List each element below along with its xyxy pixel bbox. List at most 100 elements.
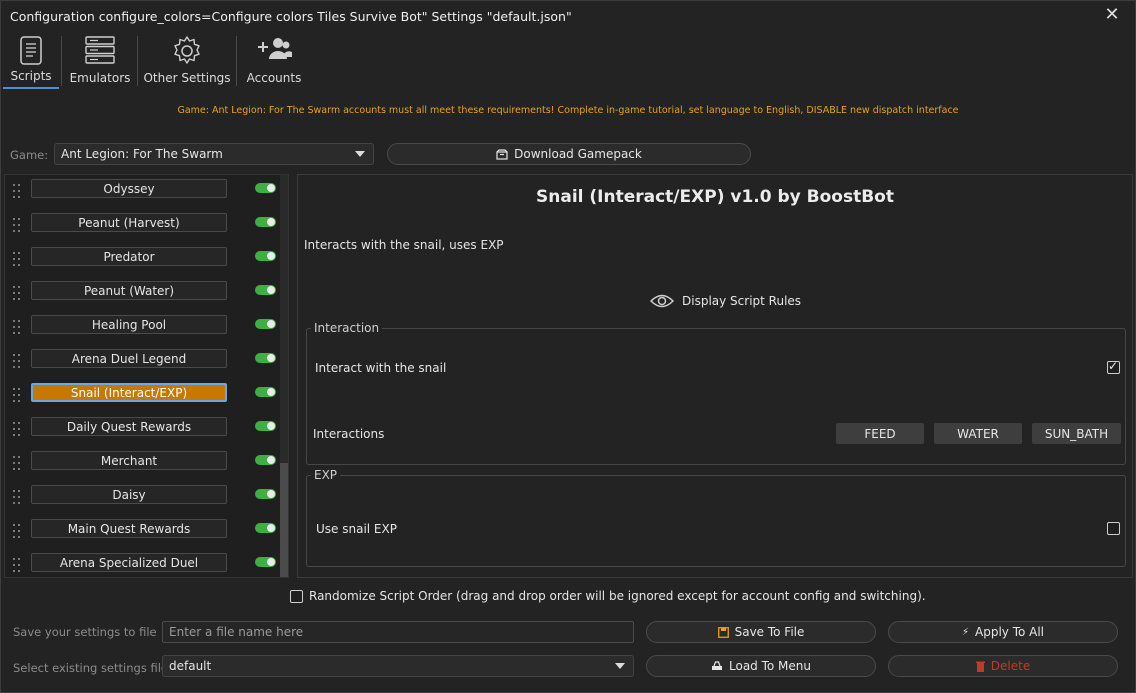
drag-handle-icon[interactable] — [13, 388, 21, 404]
script-row[interactable]: Merchant — [5, 447, 279, 481]
script-enabled-toggle[interactable] — [255, 285, 276, 295]
tab-divider — [137, 36, 138, 86]
feed-button[interactable]: FEED — [836, 423, 924, 444]
use-snail-exp-checkbox[interactable] — [1107, 522, 1120, 535]
lightning-icon: ⚡ — [961, 626, 969, 638]
randomize-order-option[interactable]: Randomize Script Order (drag and drop or… — [290, 589, 926, 603]
script-row[interactable]: Odyssey — [5, 175, 279, 209]
script-button[interactable]: Odyssey — [31, 179, 227, 198]
script-enabled-toggle[interactable] — [255, 455, 276, 465]
interaction-group-title: Interaction — [311, 321, 383, 335]
chevron-down-icon — [355, 151, 365, 157]
interactions-label: Interactions — [313, 427, 385, 441]
close-icon[interactable]: ✕ — [1103, 6, 1121, 24]
script-row[interactable]: Daisy — [5, 481, 279, 515]
select-settings-label: Select existing settings file — [13, 661, 168, 675]
scrollbar-thumb[interactable] — [280, 463, 288, 577]
tab-emulators[interactable]: Emulators — [67, 31, 133, 89]
chevron-down-icon — [615, 663, 625, 669]
script-enabled-toggle[interactable] — [255, 523, 276, 533]
interaction-group: Interaction Interact with the snail Inte… — [306, 321, 1126, 465]
script-row[interactable]: Healing Pool — [5, 311, 279, 345]
interact-snail-checkbox[interactable] — [1107, 359, 1120, 374]
drag-handle-icon[interactable] — [13, 558, 21, 574]
drag-handle-icon[interactable] — [13, 456, 21, 472]
game-select-value: Ant Legion: For The Swarm — [61, 147, 223, 161]
tab-label: Scripts — [10, 69, 52, 83]
load-to-menu-button[interactable]: Load To Menu — [646, 655, 876, 677]
script-button[interactable]: Healing Pool — [31, 315, 227, 334]
script-enabled-toggle[interactable] — [255, 251, 276, 261]
script-row[interactable]: Main Quest Rewards — [5, 515, 279, 549]
download-gamepack-button[interactable]: Download Gamepack — [387, 143, 751, 165]
settings-file-value: default — [169, 659, 212, 673]
tab-label: Emulators — [69, 71, 131, 85]
script-button[interactable]: Peanut (Harvest) — [31, 213, 227, 232]
add-users-icon — [258, 38, 292, 59]
script-row[interactable]: Peanut (Harvest) — [5, 209, 279, 243]
script-enabled-toggle[interactable] — [255, 489, 276, 499]
script-button[interactable]: Daisy — [31, 485, 227, 504]
drag-handle-icon[interactable] — [13, 218, 21, 234]
script-detail-panel: Snail (Interact/EXP) v1.0 by BoostBot In… — [297, 174, 1133, 578]
tab-other-settings[interactable]: Other Settings — [143, 31, 231, 89]
script-button[interactable]: Arena Specialized Duel — [31, 553, 227, 572]
script-enabled-toggle[interactable] — [255, 353, 276, 363]
display-script-rules-button[interactable]: Display Script Rules — [650, 294, 801, 308]
exp-group: EXP Use snail EXP — [306, 468, 1126, 567]
script-button[interactable]: Arena Duel Legend — [31, 349, 227, 368]
randomize-order-checkbox[interactable] — [290, 589, 303, 603]
scroll-icon — [20, 36, 42, 65]
drag-handle-icon[interactable] — [13, 286, 21, 302]
script-row[interactable]: Daily Quest Rewards — [5, 413, 279, 447]
script-row[interactable]: Peanut (Water) — [5, 277, 279, 311]
script-row[interactable]: Predator — [5, 243, 279, 277]
box-icon — [496, 148, 508, 160]
script-button[interactable]: Peanut (Water) — [31, 281, 227, 300]
save-to-file-button[interactable]: Save To File — [646, 621, 876, 643]
script-enabled-toggle[interactable] — [255, 387, 276, 397]
game-select[interactable]: Ant Legion: For The Swarm — [54, 143, 374, 165]
script-enabled-toggle[interactable] — [255, 183, 276, 193]
script-enabled-toggle[interactable] — [255, 319, 276, 329]
use-snail-exp-label: Use snail EXP — [316, 522, 397, 536]
drag-handle-icon[interactable] — [13, 354, 21, 370]
script-button[interactable]: Snail (Interact/EXP) — [31, 383, 227, 402]
apply-to-all-button[interactable]: ⚡ Apply To All — [888, 621, 1118, 643]
script-button[interactable]: Predator — [31, 247, 227, 266]
drag-handle-icon[interactable] — [13, 422, 21, 438]
delete-button[interactable]: Delete — [888, 655, 1118, 677]
script-row[interactable]: Arena Duel Legend — [5, 345, 279, 379]
drag-handle-icon[interactable] — [13, 320, 21, 336]
tab-scripts[interactable]: Scripts — [3, 31, 59, 89]
load-to-menu-label: Load To Menu — [729, 659, 811, 673]
script-button[interactable]: Merchant — [31, 451, 227, 470]
script-row[interactable]: Snail (Interact/EXP) — [5, 379, 279, 413]
script-description: Interacts with the snail, uses EXP — [304, 238, 504, 252]
drag-handle-icon[interactable] — [13, 490, 21, 506]
settings-file-select[interactable]: default — [162, 655, 634, 677]
drag-handle-icon[interactable] — [13, 524, 21, 540]
tab-label: Other Settings — [143, 71, 231, 85]
file-name-placeholder: Enter a file name here — [169, 625, 304, 639]
config-window: Configuration configure_colors=Configure… — [0, 0, 1136, 693]
game-label: Game: — [10, 148, 49, 162]
drag-handle-icon[interactable] — [13, 252, 21, 268]
game-requirements-notice: Game: Ant Legion: For The Swarm accounts… — [177, 105, 959, 116]
drag-handle-icon[interactable] — [13, 184, 21, 200]
script-button[interactable]: Main Quest Rewards — [31, 519, 227, 538]
script-button[interactable]: Daily Quest Rewards — [31, 417, 227, 436]
server-icon — [85, 36, 115, 64]
title-bar: Configuration configure_colors=Configure… — [1, 1, 1135, 31]
script-enabled-toggle[interactable] — [255, 421, 276, 431]
file-name-input[interactable]: Enter a file name here — [162, 621, 634, 643]
script-row[interactable]: Arena Specialized Duel — [5, 549, 279, 577]
script-enabled-toggle[interactable] — [255, 557, 276, 567]
sun-bath-button[interactable]: SUN_BATH — [1032, 423, 1121, 444]
water-button[interactable]: WATER — [934, 423, 1022, 444]
exp-group-title: EXP — [311, 468, 341, 482]
tab-accounts[interactable]: Accounts — [242, 31, 306, 89]
eye-icon — [650, 294, 674, 308]
window-title: Configuration configure_colors=Configure… — [10, 8, 572, 24]
script-enabled-toggle[interactable] — [255, 217, 276, 227]
